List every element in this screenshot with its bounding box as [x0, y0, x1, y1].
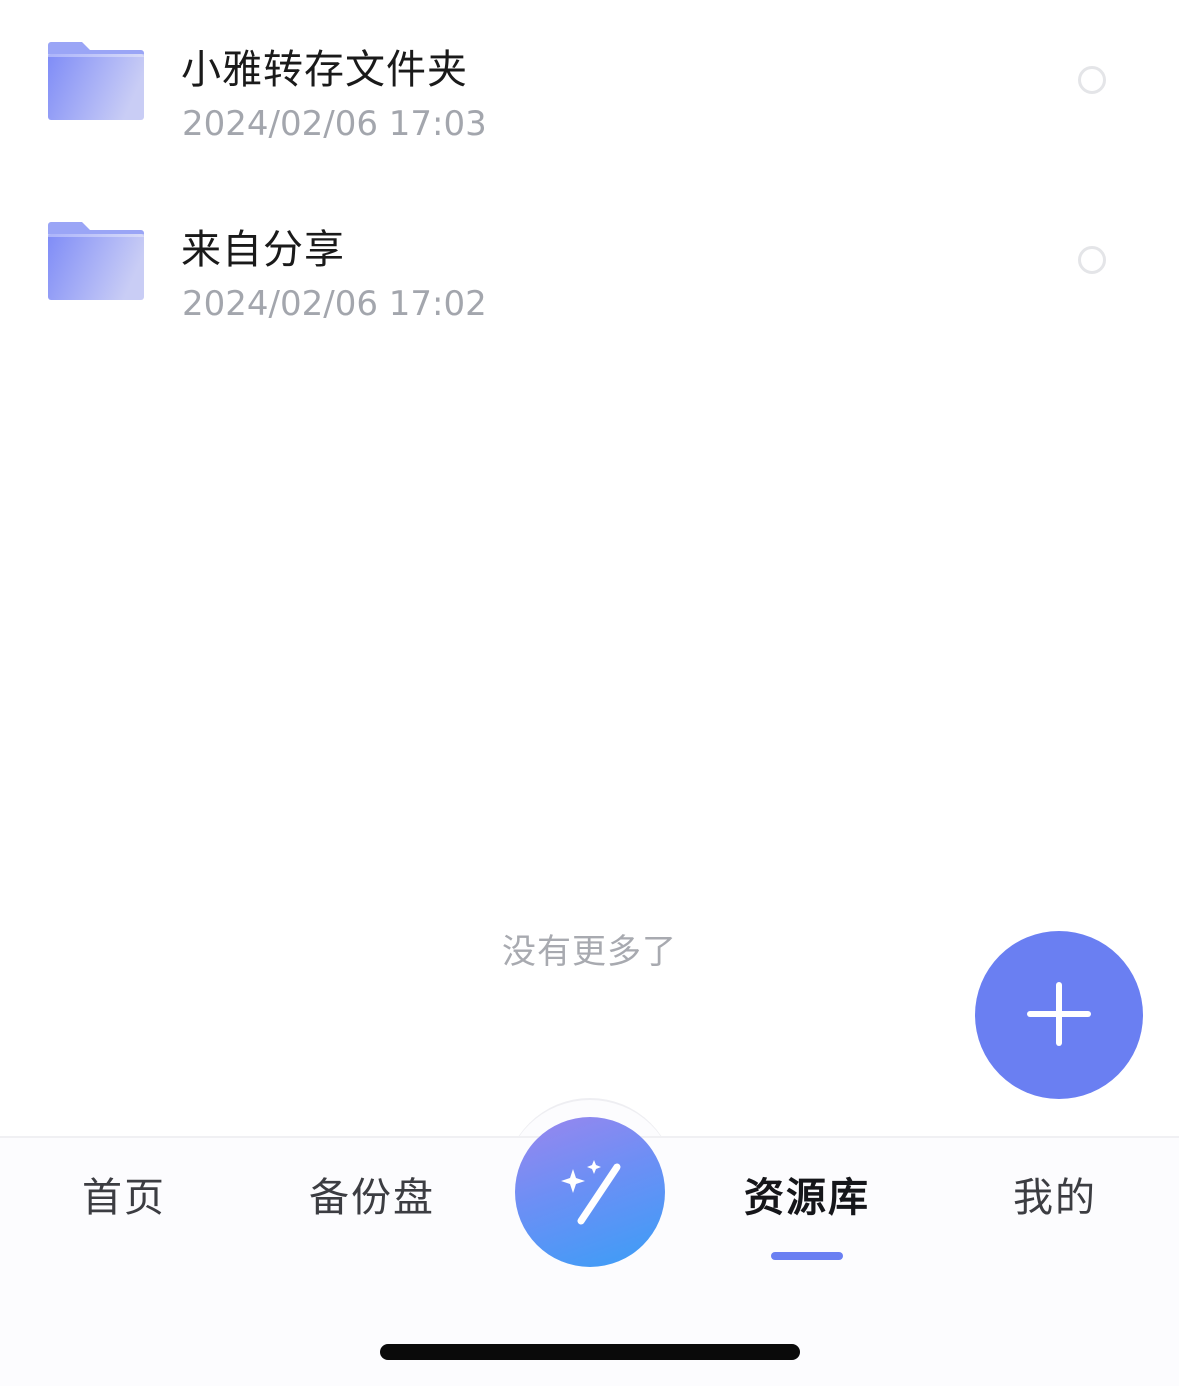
home-indicator — [380, 1344, 800, 1360]
plus-icon — [1056, 982, 1062, 1046]
select-radio[interactable] — [1078, 66, 1106, 94]
tab-backup[interactable]: 备份盘 — [309, 1174, 435, 1222]
folder-date: 2024/02/06 17:02 — [182, 284, 487, 324]
magic-wand-icon — [561, 1160, 621, 1225]
tab-resources[interactable]: 资源库 — [744, 1174, 870, 1222]
magic-button[interactable] — [515, 1117, 665, 1267]
folder-name: 来自分享 — [181, 227, 345, 273]
folder-row[interactable]: 小雅转存文件夹 2024/02/06 17:03 — [0, 0, 1179, 180]
folder-icon — [48, 42, 144, 120]
select-radio[interactable] — [1078, 246, 1106, 274]
add-button[interactable] — [975, 931, 1143, 1099]
tab-home[interactable]: 首页 — [82, 1174, 166, 1222]
folder-date: 2024/02/06 17:03 — [182, 104, 487, 144]
tab-mine[interactable]: 我的 — [1013, 1174, 1097, 1222]
folder-row[interactable]: 来自分享 2024/02/06 17:02 — [0, 180, 1179, 360]
folder-name: 小雅转存文件夹 — [181, 47, 468, 93]
folder-icon — [48, 222, 144, 300]
active-tab-indicator — [771, 1252, 843, 1260]
